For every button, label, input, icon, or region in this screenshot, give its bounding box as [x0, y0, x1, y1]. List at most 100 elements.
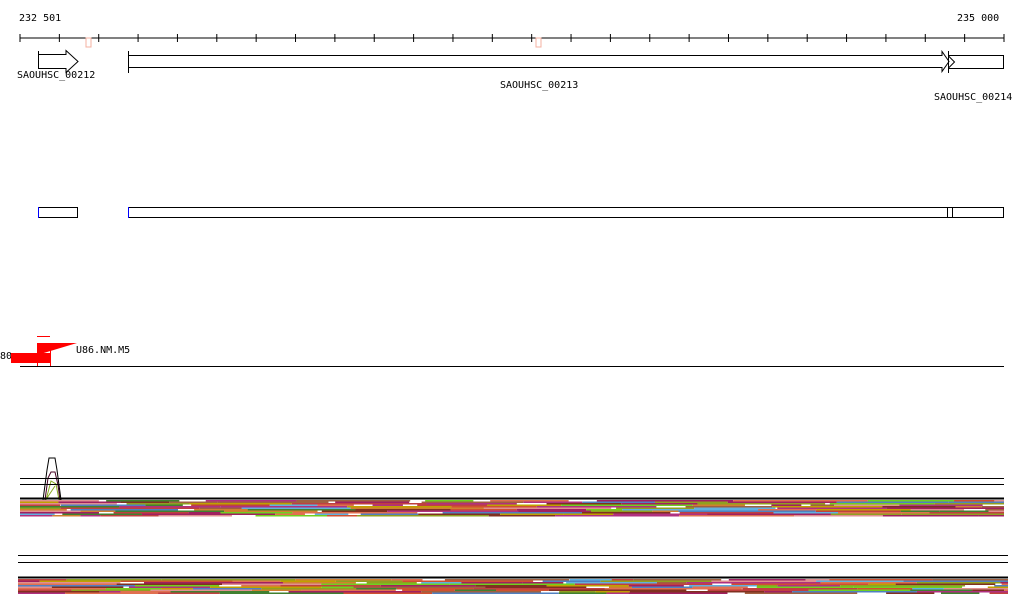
tracks-canvas[interactable] — [0, 0, 1024, 611]
read-segment — [794, 515, 883, 517]
read-segment — [217, 501, 329, 503]
read-segment — [985, 509, 1004, 511]
read-segment — [882, 506, 956, 508]
read-segment — [1004, 589, 1008, 591]
read-segment — [417, 504, 487, 506]
read-segment — [1000, 582, 1008, 584]
read-segment — [523, 501, 583, 503]
read-segment — [449, 583, 575, 585]
read-segment — [199, 507, 242, 509]
read-segment — [777, 585, 841, 587]
read-segment — [608, 586, 632, 588]
read-segment — [542, 580, 601, 582]
read-segment — [20, 503, 117, 505]
gene-arrow-00212[interactable] — [38, 49, 79, 74]
read-segment — [51, 586, 124, 588]
read-segment — [425, 500, 474, 502]
read-segment — [18, 579, 67, 581]
read-segment — [559, 591, 596, 593]
read-segment — [296, 500, 411, 502]
marker — [535, 37, 542, 48]
read-segment — [742, 588, 858, 590]
read-segment — [707, 513, 831, 515]
read-segment — [886, 507, 1004, 509]
read-segment — [80, 510, 116, 512]
read-segment — [994, 500, 1004, 502]
read-segment — [241, 507, 351, 509]
read-segment — [145, 504, 183, 506]
read-segment — [232, 580, 281, 582]
read-segment — [679, 515, 795, 517]
read-segment — [830, 513, 902, 515]
read-segment — [115, 510, 225, 512]
read-segment — [595, 591, 630, 593]
read-segment — [105, 588, 162, 590]
read-segment — [442, 507, 484, 509]
read-segment — [711, 580, 817, 582]
read-segment — [282, 582, 356, 584]
read-segment — [70, 509, 179, 511]
cds-box-00213[interactable] — [128, 207, 1004, 218]
read-segment — [606, 592, 629, 594]
read-segment — [692, 586, 748, 588]
read-segment — [66, 579, 162, 581]
read-segment — [569, 579, 612, 581]
read-segment — [838, 512, 930, 514]
read-segment — [62, 513, 142, 515]
read-segment — [563, 513, 614, 515]
read-segment — [939, 510, 989, 512]
read-segment — [80, 515, 101, 517]
read-segment — [829, 503, 935, 505]
read-segment — [432, 592, 559, 594]
read-segment — [321, 586, 354, 588]
read-segment — [805, 579, 830, 581]
read-segment — [113, 512, 189, 514]
cds-box-00212[interactable] — [38, 207, 78, 218]
read-segment — [224, 510, 318, 512]
alignment-track-1 — [20, 457, 1004, 517]
read-segment — [39, 580, 121, 582]
read-segment — [402, 589, 455, 591]
read-segment — [106, 500, 180, 502]
read-segment — [169, 501, 218, 503]
read-segment — [275, 513, 305, 515]
read-segment — [18, 591, 100, 593]
read-segment — [18, 592, 66, 594]
read-segment — [857, 588, 913, 590]
read-segment — [490, 500, 569, 502]
read-segment — [685, 506, 773, 508]
gene-arrow-00213[interactable] — [128, 49, 950, 74]
read-segment — [20, 506, 120, 508]
read-segment — [810, 504, 834, 506]
read-segment — [629, 591, 765, 593]
read-segment — [210, 586, 322, 588]
read-segment — [321, 583, 450, 585]
read-segment — [421, 501, 524, 503]
read-segment — [314, 513, 349, 515]
read-segment — [934, 503, 1004, 505]
read-segment — [516, 509, 587, 511]
read-segment — [886, 592, 935, 594]
read-segment — [18, 582, 121, 584]
read-segment — [335, 501, 410, 503]
read-segment — [744, 592, 858, 594]
read-segment — [773, 512, 839, 514]
read-segment — [255, 515, 328, 517]
read-segment — [18, 588, 106, 590]
read-segment — [144, 582, 283, 584]
read-segment — [792, 591, 917, 593]
read-segment — [60, 507, 119, 509]
read-segment — [327, 515, 358, 517]
read-segment — [366, 582, 417, 584]
read-segment — [99, 591, 121, 593]
read-segment — [161, 588, 193, 590]
read-segment — [1001, 583, 1008, 585]
read-segment — [899, 504, 983, 506]
read-segment — [820, 582, 917, 584]
read-segment — [777, 507, 887, 509]
gene-arrow-00214[interactable] — [948, 51, 1004, 73]
read-segment — [582, 501, 655, 503]
read-segment — [119, 506, 221, 508]
read-segment — [158, 515, 232, 517]
read-segment — [522, 582, 564, 584]
